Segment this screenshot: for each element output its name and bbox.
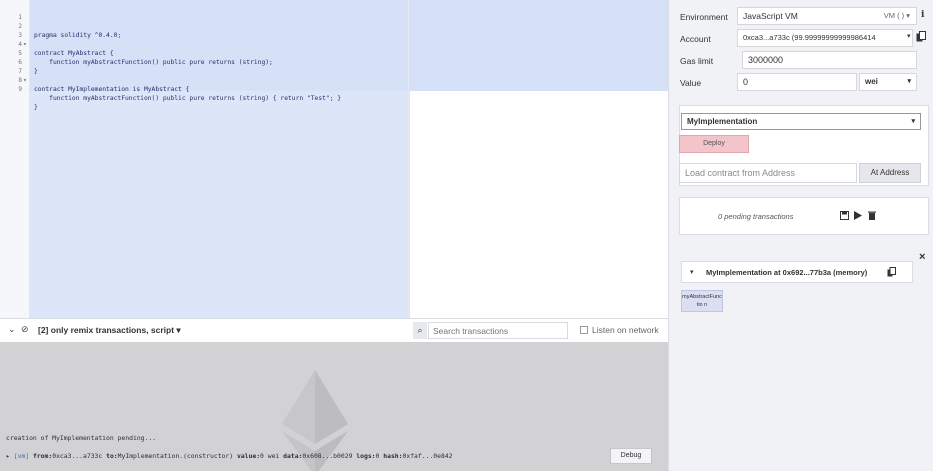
terminal-filter-dropdown[interactable]: [2] only remix transactions, script ▾: [33, 322, 408, 339]
gas-limit-label: Gas limit: [680, 56, 714, 66]
code-line: 3 ▾ contract MyAbstract {: [18, 32, 114, 57]
instance-toggle-icon[interactable]: ▾: [690, 268, 694, 276]
account-label: Account: [680, 34, 711, 44]
pending-transactions-label: 0 pending transactions: [718, 212, 794, 221]
copy-instance-address-icon[interactable]: [887, 267, 896, 277]
terminal-output[interactable]: creation of MyImplementation pending... …: [0, 342, 668, 471]
save-transactions-icon[interactable]: [840, 211, 849, 220]
code-line: 1 pragma solidity ^0.4.0;: [18, 14, 122, 39]
my-abstract-function-button[interactable]: myAbstractFunctio n: [681, 290, 723, 312]
chevron-down-icon: ▾: [176, 325, 181, 335]
pending-message: creation of MyImplementation pending...: [6, 434, 157, 442]
transaction-log-entry[interactable]: ▸ [vm] from:0xca3...a733c to:MyImplement…: [6, 452, 453, 460]
instance-label: MyImplementation at 0x692...77b3a (memor…: [706, 268, 868, 277]
debug-button[interactable]: Debug: [610, 448, 652, 464]
listen-on-network-label: Listen on network: [592, 325, 659, 335]
chevron-down-icon: ▾: [911, 118, 915, 125]
code-line: 7 ▾ contract MyImplementation is MyAbstr…: [18, 68, 190, 93]
code-line: 2: [18, 23, 22, 30]
code-line: 4 function myAbstractFunction() public p…: [18, 41, 273, 66]
listen-on-network-checkbox[interactable]: [580, 326, 588, 334]
value-unit-select[interactable]: wei ▾: [859, 73, 917, 91]
value-input[interactable]: 0: [737, 73, 857, 91]
at-address-button[interactable]: At Address: [859, 163, 921, 183]
pending-transactions-card: 0 pending transactions: [679, 197, 929, 235]
chevron-down-icon: ▾: [907, 78, 911, 85]
deploy-button[interactable]: Deploy: [679, 135, 749, 153]
contract-select[interactable]: MyImplementation ▾: [681, 113, 921, 130]
vm-tag: [vm]: [13, 452, 30, 460]
chevron-down-icon: ▾: [907, 33, 911, 40]
vm-badge: VM ( ) ▾: [883, 11, 910, 20]
terminal-filter-label: [2] only remix transactions, script: [38, 325, 175, 335]
code-line: 8 function myAbstractFunction() public p…: [18, 77, 342, 102]
deployed-instance-header[interactable]: ▾ MyImplementation at 0x692...77b3a (mem…: [681, 261, 913, 283]
terminal-toolbar: ⌄ ⊘ [2] only remix transactions, script …: [0, 318, 668, 342]
account-select[interactable]: 0xca3...a733c (99.99999999999986414: [737, 29, 913, 47]
code-line: 5 }: [18, 50, 38, 75]
environment-select[interactable]: JavaScript VM VM ( ) ▾: [737, 7, 917, 25]
play-replay-icon[interactable]: [854, 211, 862, 220]
run-panel: Environment JavaScript VM VM ( ) ▾ i Acc…: [668, 0, 933, 471]
gas-limit-input[interactable]: 3000000: [742, 51, 917, 69]
info-icon[interactable]: i: [921, 10, 924, 20]
code-editor[interactable]: 1 pragma solidity ^0.4.0; 2 3 ▾ contract…: [0, 0, 668, 318]
collapse-terminal-icon[interactable]: ⌄: [8, 324, 16, 335]
load-address-input[interactable]: Load contract from Address: [679, 163, 857, 183]
copy-address-icon[interactable]: [916, 31, 926, 42]
value-label: Value: [680, 78, 702, 88]
clear-console-icon[interactable]: ⊘: [21, 324, 29, 335]
search-icon[interactable]: ⌕: [413, 322, 427, 339]
environment-label: Environment: [680, 12, 728, 22]
clear-instances-icon[interactable]: [868, 211, 876, 220]
code-line: 9 }: [18, 86, 38, 111]
expand-arrow-icon[interactable]: ▸: [6, 452, 10, 460]
code-line: 6: [18, 59, 22, 66]
search-transactions-input[interactable]: [428, 322, 568, 339]
close-icon[interactable]: ×: [919, 251, 925, 263]
